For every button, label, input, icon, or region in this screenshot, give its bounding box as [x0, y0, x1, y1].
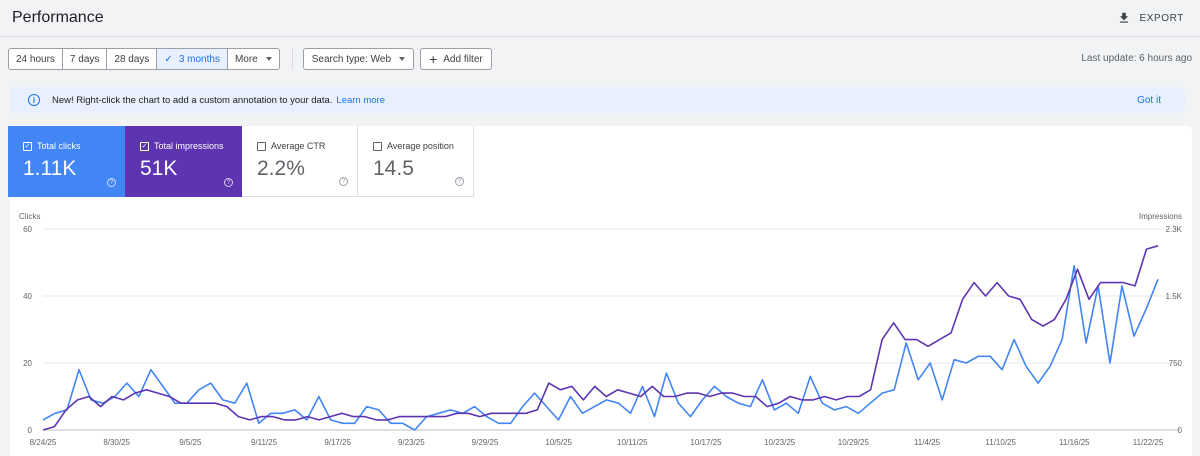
range-label: 24 hours	[16, 53, 55, 65]
y-axis-title-right: Impressions	[1139, 212, 1182, 221]
range-label: 3 months	[178, 53, 220, 65]
y-tick-label-right: 2.3K	[1166, 225, 1183, 234]
range-24-hours[interactable]: 24 hours	[9, 49, 63, 69]
range-more-dropdown[interactable]: More	[227, 49, 279, 69]
x-tick-label: 10/5/25	[545, 438, 572, 447]
x-tick-label: 9/5/25	[179, 438, 202, 447]
plus-icon: +	[429, 51, 438, 67]
y-tick-label-left: 20	[23, 359, 32, 368]
page-title: Performance	[12, 9, 104, 26]
range-label: More	[234, 53, 258, 65]
y-tick-label-left: 0	[28, 426, 33, 435]
x-tick-label: 11/22/25	[1133, 438, 1164, 447]
performance-chart[interactable]: 0 0 20 750 40 1.5K 60 2.3K Clicks Impressions 8/24…	[10, 126, 1192, 456]
filter-bar: 24 hours 7 days 28 days ✓ 3 months More S…	[8, 48, 498, 70]
range-28-days[interactable]: 28 days	[107, 49, 158, 69]
y-tick-label-right: 1.5K	[1166, 292, 1183, 301]
caret-down-icon	[399, 57, 406, 61]
page-header: Performance EXPORT	[0, 0, 1200, 37]
divider	[291, 48, 293, 70]
export-button[interactable]: EXPORT	[1117, 11, 1188, 25]
x-tick-label: 9/17/25	[324, 438, 351, 447]
y-tick-label-right: 0	[1178, 426, 1183, 435]
export-label: EXPORT	[1139, 12, 1184, 24]
x-tick-label: 9/23/25	[398, 438, 425, 447]
x-tick-label: 10/17/25	[690, 438, 722, 447]
download-icon	[1120, 12, 1129, 23]
annotation-banner: i New! Right-click the chart to add a cu…	[10, 87, 1185, 113]
learn-more-link[interactable]: Learn more	[336, 95, 385, 106]
range-label: 7 days	[69, 53, 100, 65]
x-tick-label: 11/16/25	[1059, 438, 1090, 447]
got-it-button[interactable]: Got it	[1137, 95, 1167, 106]
checkmark-icon: ✓	[164, 53, 173, 65]
add-filter-label: Add filter	[443, 53, 483, 65]
last-update-text: Last update: 6 hours ago	[1081, 53, 1192, 64]
y-tick-label-left: 60	[23, 225, 32, 234]
x-tick-label: 10/29/25	[838, 438, 870, 447]
x-tick-label: 8/24/25	[30, 438, 57, 447]
y-tick-label-right: 750	[1169, 359, 1183, 368]
y-tick-label-left: 40	[23, 292, 32, 301]
add-filter-button[interactable]: + Add filter	[420, 48, 492, 70]
x-tick-label: 11/10/25	[985, 438, 1016, 447]
info-icon: i	[28, 94, 40, 106]
y-axis-title-left: Clicks	[19, 212, 40, 221]
date-range-selector: 24 hours 7 days 28 days ✓ 3 months More	[8, 48, 280, 70]
search-type-label: Search type: Web	[311, 53, 392, 65]
range-3-months[interactable]: ✓ 3 months	[157, 49, 228, 69]
banner-text: New! Right-click the chart to add a cust…	[52, 94, 333, 106]
x-tick-label: 9/11/25	[251, 438, 278, 447]
range-label: 28 days	[114, 53, 150, 65]
search-type-dropdown[interactable]: Search type: Web	[302, 48, 415, 70]
caret-down-icon	[265, 57, 272, 61]
range-7-days[interactable]: 7 days	[62, 49, 108, 69]
x-tick-label: 11/4/25	[914, 438, 941, 447]
x-tick-label: 9/29/25	[472, 438, 499, 447]
x-tick-label: 10/11/25	[617, 438, 648, 447]
x-tick-label: 8/30/25	[103, 438, 130, 447]
x-tick-label: 10/23/25	[764, 438, 796, 447]
performance-panel: ✓ Total clicks 1.11K ? ✓ Total impressions…	[8, 126, 1192, 456]
